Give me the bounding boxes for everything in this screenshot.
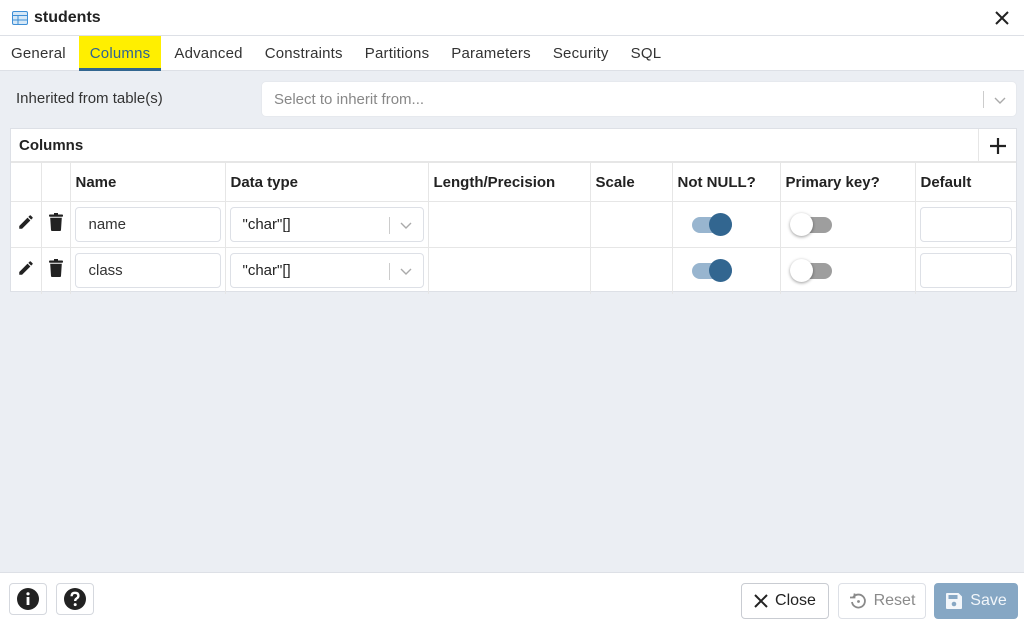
default-input[interactable] (919, 207, 1012, 242)
header-primary-key: Primary key? (779, 162, 916, 202)
name-cell: class (69, 247, 226, 294)
toggle-knob (708, 213, 732, 236)
data-type-value: "char"[] (242, 262, 291, 279)
toggle-knob (789, 213, 813, 236)
select-separator (983, 91, 984, 108)
edit-pencil-icon[interactable] (17, 259, 35, 277)
tab-parameters[interactable]: Parameters (440, 36, 542, 70)
dialog-titlebar: students (0, 0, 1024, 36)
delete-cell (40, 247, 71, 294)
data-type-select[interactable]: "char"[] (229, 207, 424, 242)
default-cell (914, 201, 1016, 248)
not-null-cell (671, 247, 781, 294)
trash-icon[interactable] (48, 259, 64, 278)
header-scale: Scale (589, 162, 673, 202)
columns-tab-content: Inherited from table(s) Select to inheri… (0, 71, 1024, 572)
header-length-precision: Length/Precision (427, 162, 591, 202)
tab-sql[interactable]: SQL (620, 36, 673, 70)
column-name-input[interactable]: name (74, 207, 221, 242)
data-type-cell: "char"[] (224, 247, 429, 294)
inherit-select[interactable]: Select to inherit from... (261, 81, 1017, 117)
reset-icon (849, 593, 866, 609)
close-icon[interactable] (992, 8, 1012, 28)
tab-columns[interactable]: Columns (78, 36, 162, 71)
tab-constraints[interactable]: Constraints (254, 36, 354, 70)
columns-caption: Columns (19, 137, 84, 154)
select-separator (388, 263, 390, 280)
save-button-label: Save (970, 592, 1007, 609)
data-type-value: "char"[] (242, 216, 291, 233)
header-data-type: Data type (224, 162, 429, 202)
table-row: name "char"[] (11, 201, 1016, 248)
header-name: Name (69, 162, 226, 202)
info-icon (17, 588, 39, 610)
length-precision-cell[interactable] (427, 247, 591, 294)
primary-key-toggle[interactable] (789, 213, 834, 237)
inherit-label: Inherited from table(s) (16, 90, 163, 107)
table-header-row: Name Data type Length/Precision Scale No… (11, 162, 1016, 202)
scale-cell[interactable] (589, 201, 673, 248)
length-precision-cell[interactable] (427, 201, 591, 248)
dialog-title: students (34, 8, 101, 26)
reset-button[interactable]: Reset (838, 583, 926, 619)
columns-table: Name Data type Length/Precision Scale No… (11, 162, 1016, 294)
select-separator (388, 217, 390, 234)
primary-key-toggle[interactable] (789, 259, 834, 283)
default-input[interactable] (919, 253, 1012, 288)
help-icon (64, 588, 86, 610)
edit-cell (11, 201, 42, 248)
toggle-knob (708, 259, 732, 282)
tab-bar: General Columns Advanced Constraints Par… (0, 36, 1024, 71)
edit-cell (11, 247, 42, 294)
not-null-cell (671, 201, 781, 248)
tab-partitions[interactable]: Partitions (354, 36, 441, 70)
data-type-select[interactable]: "char"[] (229, 253, 424, 288)
primary-key-cell (779, 247, 916, 294)
header-not-null: Not NULL? (671, 162, 781, 202)
inherit-placeholder: Select to inherit from... (274, 91, 425, 108)
chevron-down-icon[interactable] (399, 264, 413, 278)
toggle-knob (789, 259, 813, 282)
table-icon (12, 10, 28, 25)
dialog-footer: Close Reset Save (0, 572, 1024, 626)
not-null-toggle[interactable] (690, 259, 734, 283)
plus-icon (989, 137, 1006, 154)
reset-button-label: Reset (873, 592, 916, 609)
name-cell: name (69, 201, 226, 248)
edit-pencil-icon[interactable] (17, 213, 35, 231)
primary-key-cell (779, 201, 916, 248)
header-default: Default (914, 162, 1016, 202)
close-button[interactable]: Close (741, 583, 829, 619)
save-button[interactable]: Save (934, 583, 1018, 619)
close-icon (754, 594, 768, 608)
data-type-cell: "char"[] (224, 201, 429, 248)
default-cell (914, 247, 1016, 294)
info-button[interactable] (9, 583, 47, 615)
delete-cell (40, 201, 71, 248)
trash-icon[interactable] (48, 213, 64, 231)
tab-general[interactable]: General (0, 36, 77, 70)
tab-advanced[interactable]: Advanced (163, 36, 253, 70)
scale-cell[interactable] (589, 247, 673, 294)
chevron-down-icon[interactable] (993, 93, 1007, 107)
help-button[interactable] (56, 583, 94, 615)
table-row: class "char"[] (11, 247, 1016, 294)
not-null-toggle[interactable] (690, 213, 734, 237)
header-delete (40, 162, 71, 202)
save-icon (946, 593, 963, 609)
tab-security[interactable]: Security (542, 36, 620, 70)
columns-grid-header: Columns (11, 129, 1016, 162)
close-button-label: Close (775, 592, 816, 609)
inherit-row: Inherited from table(s) Select to inheri… (0, 81, 1024, 117)
add-column-button[interactable] (978, 129, 1016, 162)
column-name-input[interactable]: class (74, 253, 221, 288)
header-edit (11, 162, 42, 202)
columns-grid: Columns Name Data type Length/Precision … (10, 128, 1017, 294)
chevron-down-icon[interactable] (399, 218, 413, 232)
